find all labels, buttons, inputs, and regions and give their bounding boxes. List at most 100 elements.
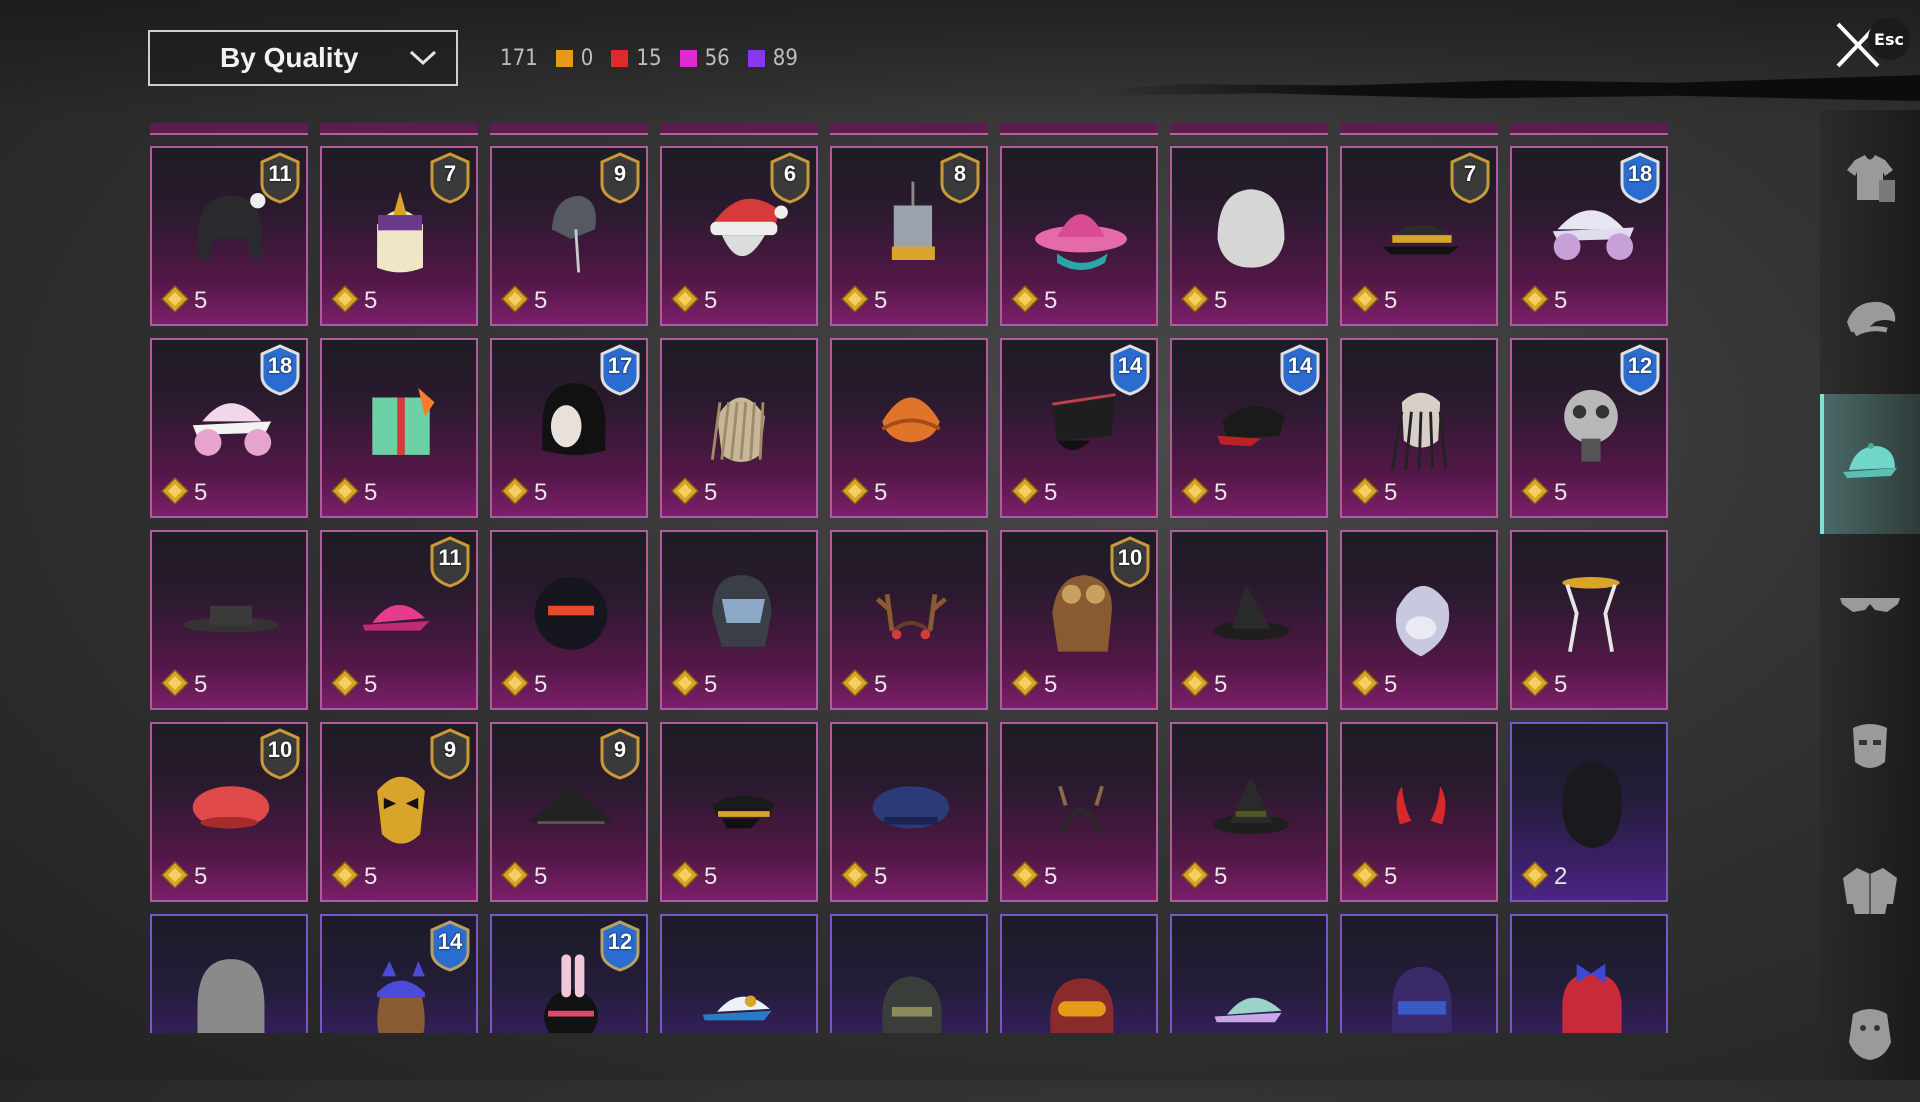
item-card[interactable]: 5 [490, 530, 648, 710]
quality-swatch-orange [555, 49, 573, 67]
item-price: 5 [670, 860, 717, 894]
level-badge: 14 [428, 920, 472, 972]
item-price: 5 [1180, 476, 1227, 510]
item-card[interactable]: 14 5 [1000, 338, 1158, 518]
item-card[interactable] [1000, 914, 1158, 1033]
sidebar-tab-mask[interactable] [1820, 678, 1920, 818]
inventory-grid-viewport[interactable]: 11 5 7 5 9 5 6 5 8 5 5 5 7 5 18 5 18 5 5 17 5 5 5 14 5 14 5 5 12 5 5 11… [150, 123, 1670, 1033]
item-card[interactable] [150, 914, 308, 1033]
sort-dropdown-label: By Quality [220, 42, 359, 73]
item-card[interactable]: 5 [1170, 530, 1328, 710]
coin-icon [840, 668, 870, 702]
coin-icon [160, 476, 190, 510]
item-card[interactable]: 5 [150, 530, 308, 710]
item-card[interactable]: 5 [1340, 722, 1498, 902]
horn-headband-icon [1022, 748, 1140, 858]
item-card[interactable]: 11 5 [150, 146, 308, 326]
item-card[interactable]: 18 5 [1510, 146, 1668, 326]
glasses-icon [1840, 598, 1900, 612]
item-card[interactable]: 14 5 [1170, 338, 1328, 518]
item-card[interactable] [660, 914, 818, 1033]
item-card[interactable]: 5 [830, 530, 988, 710]
item-card[interactable]: 14 [320, 914, 478, 1033]
item-card[interactable]: 5 [320, 338, 478, 518]
sidebar-tab-hat[interactable] [1820, 394, 1920, 534]
item-card[interactable]: 5 [830, 722, 988, 902]
item-card[interactable] [830, 914, 988, 1033]
coin-icon [500, 668, 530, 702]
sidebar-tab-hair[interactable] [1820, 252, 1920, 392]
sidebar-tab-clothing[interactable] [1820, 110, 1920, 250]
item-card[interactable]: 95 [490, 722, 648, 902]
item-price: 5 [840, 284, 887, 318]
mask-icon [1853, 724, 1887, 768]
item-price: 2 [1520, 860, 1567, 894]
item-price: 5 [1520, 476, 1567, 510]
coin-icon [330, 476, 360, 510]
item-card[interactable]: 11 5 [320, 530, 478, 710]
item-price: 5 [1010, 476, 1057, 510]
item-card[interactable]: 85 [830, 146, 988, 326]
visor-helmet-icon [682, 556, 800, 666]
item-card[interactable] [1510, 914, 1668, 1033]
sidebar-tab-face[interactable] [1820, 962, 1920, 1102]
item-card[interactable]: 75 [1340, 146, 1498, 326]
item-card[interactable]: 5 [660, 722, 818, 902]
sort-dropdown[interactable]: By Quality [148, 30, 458, 86]
item-card[interactable]: 18 5 [150, 338, 308, 518]
coin-icon [500, 476, 530, 510]
item-card[interactable]: 65 [660, 146, 818, 326]
red-bow-hair-icon [1532, 940, 1650, 1033]
item-card[interactable]: 5 [1340, 338, 1498, 518]
item-card[interactable]: 5 [830, 338, 988, 518]
item-card[interactable]: 17 5 [490, 338, 648, 518]
printed-cap-icon [682, 940, 800, 1033]
goggles-hair-icon [1022, 940, 1140, 1033]
coin-icon [1180, 284, 1210, 318]
item-card[interactable]: 95 [320, 722, 478, 902]
total-count: 171 [500, 45, 538, 71]
item-card[interactable] [1340, 914, 1498, 1033]
item-card[interactable]: 5 [1170, 722, 1328, 902]
officer-cap-icon [682, 748, 800, 858]
white-wig-icon [1192, 172, 1310, 282]
level-badge: 7 [428, 152, 472, 204]
item-card[interactable]: 5 [660, 338, 818, 518]
item-card[interactable]: 75 [320, 146, 478, 326]
coin-icon [500, 860, 530, 894]
item-card[interactable]: 95 [490, 146, 648, 326]
item-card[interactable] [1170, 914, 1328, 1033]
item-card[interactable]: 5 [1340, 530, 1498, 710]
item-card[interactable]: 5 [1170, 146, 1328, 326]
item-price: 5 [1350, 284, 1397, 318]
skull-dreadlock-icon [1362, 364, 1480, 474]
item-card[interactable]: 10 5 [1000, 530, 1158, 710]
item-price: 5 [500, 284, 547, 318]
headband-icon [1532, 556, 1650, 666]
sidebar-tab-glasses[interactable] [1820, 536, 1920, 676]
coin-icon [840, 860, 870, 894]
item-card[interactable]: 5 [1000, 722, 1158, 902]
item-price: 5 [1350, 860, 1397, 894]
sidebar-tab-jacket[interactable] [1820, 820, 1920, 960]
item-card[interactable]: 5 [1510, 530, 1668, 710]
item-price: 5 [840, 860, 887, 894]
gray-wig-icon [172, 940, 290, 1033]
level-badge: 12 [598, 920, 642, 972]
item-price: 5 [1180, 284, 1227, 318]
level-badge: 18 [258, 344, 302, 396]
item-card[interactable]: 12 5 [1510, 338, 1668, 518]
item-price: 5 [500, 476, 547, 510]
quality-swatch-red [611, 49, 629, 67]
coin-icon [670, 860, 700, 894]
item-card[interactable]: 2 [1510, 722, 1668, 902]
coin-icon [330, 668, 360, 702]
item-card[interactable]: 5 [1000, 146, 1158, 326]
item-card[interactable]: 10 5 [150, 722, 308, 902]
item-card[interactable]: 12 [490, 914, 648, 1033]
rainbow-cap-icon [1192, 940, 1310, 1033]
item-card[interactable]: 5 [660, 530, 818, 710]
item-price: 5 [1520, 284, 1567, 318]
turban-icon [852, 364, 970, 474]
level-badge: 12 [1618, 344, 1662, 396]
